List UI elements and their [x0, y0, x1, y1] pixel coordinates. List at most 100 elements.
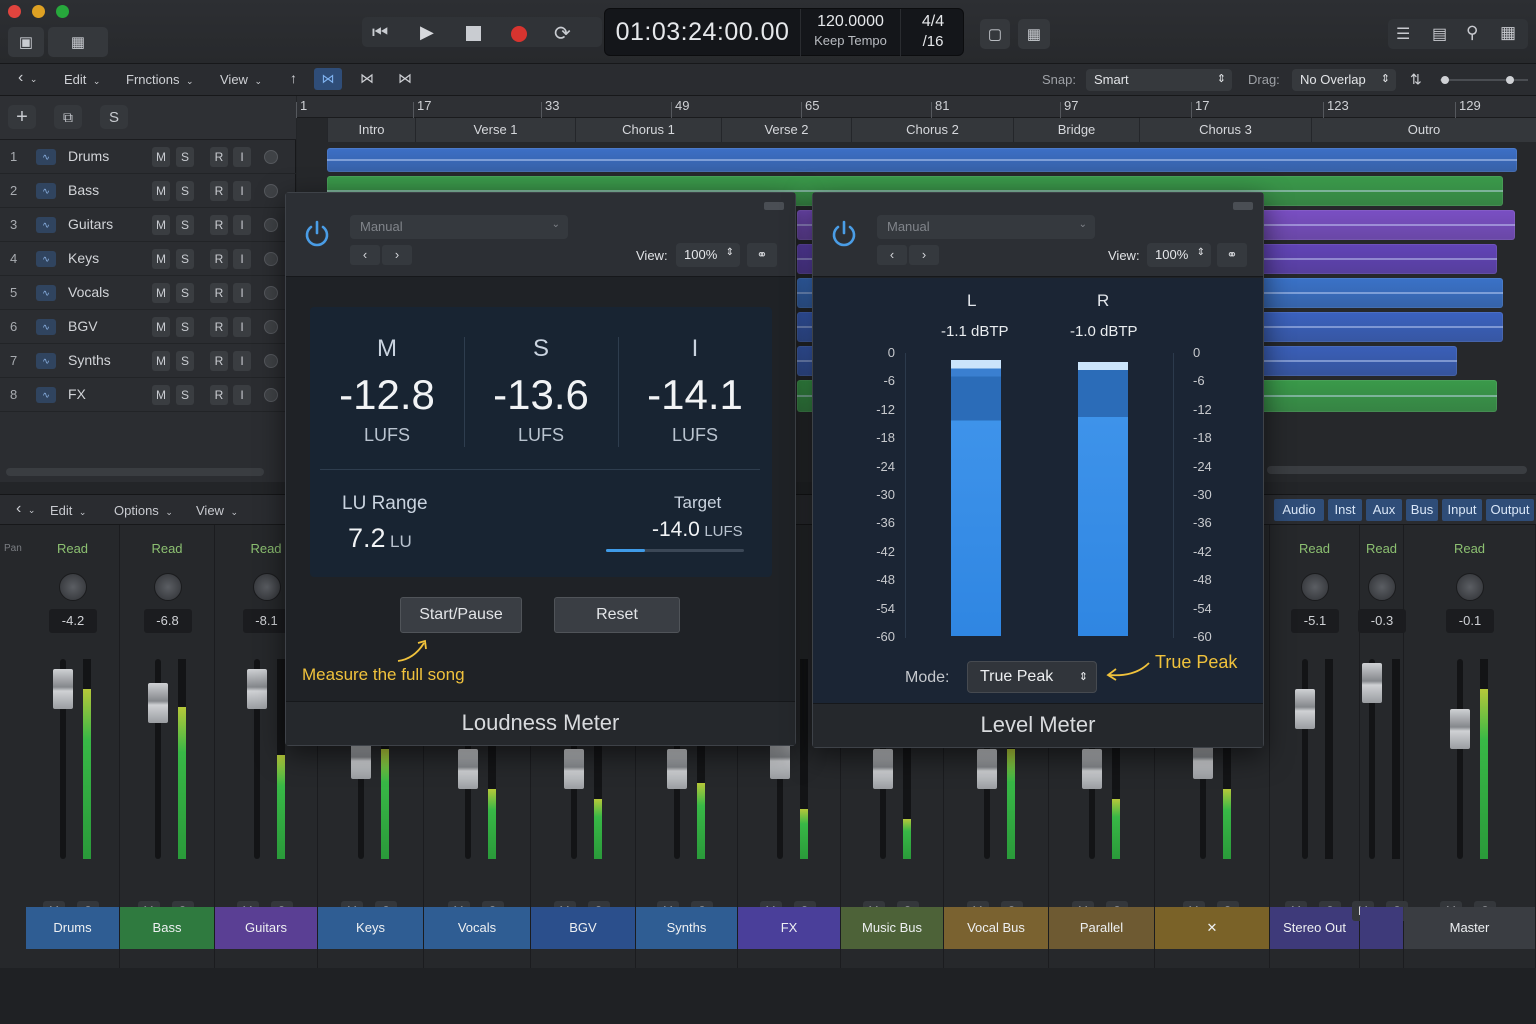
channel-name[interactable]: Guitars	[215, 907, 317, 949]
library-icon[interactable]: ▣	[8, 27, 44, 57]
arrange-scrollbar[interactable]	[1267, 466, 1527, 474]
audio-region[interactable]	[327, 148, 1517, 172]
automation-mode[interactable]: Read	[1360, 541, 1403, 556]
drag-select[interactable]: No Overlap ⇕	[1292, 69, 1396, 91]
preset-menu[interactable]: Manual ⌄	[877, 215, 1095, 239]
filter-bus-button[interactable]: Bus	[1406, 499, 1438, 521]
record-enable-button[interactable]: R	[210, 351, 228, 371]
input-monitor-button[interactable]: I	[233, 215, 251, 235]
automation-mode[interactable]: Read	[120, 541, 214, 556]
record-enable-button[interactable]: R	[210, 385, 228, 405]
solo-button[interactable]: S	[176, 317, 194, 337]
mute-button[interactable]: M	[152, 283, 170, 303]
track-name[interactable]: Synths	[68, 352, 111, 368]
track-row[interactable]: 2 ∿ Bass M S R I	[0, 174, 296, 208]
minimize-window-button[interactable]	[32, 5, 45, 18]
scissors-icon[interactable]: ⋈	[398, 70, 412, 87]
previous-preset-button[interactable]: ‹	[350, 245, 380, 265]
solo-button[interactable]: S	[176, 147, 194, 167]
channel-name[interactable]: Stereo Out	[1270, 907, 1359, 949]
mixer-options-menu[interactable]: Options	[114, 503, 173, 518]
track-record-icon[interactable]	[264, 150, 278, 164]
channel-name[interactable]: ✕	[1155, 907, 1269, 949]
input-monitor-button[interactable]: I	[233, 249, 251, 269]
track-record-icon[interactable]	[264, 218, 278, 232]
snap-select[interactable]: Smart ⇕	[1086, 69, 1232, 91]
pan-knob[interactable]	[153, 573, 182, 601]
channel-name[interactable]: Bass	[120, 907, 214, 949]
previous-preset-button[interactable]: ‹	[877, 245, 907, 265]
mute-button[interactable]: M	[152, 249, 170, 269]
play-icon[interactable]: ▶	[420, 22, 434, 43]
marker[interactable]: Chorus 3	[1139, 118, 1311, 142]
list-editor-icon[interactable]: ☰	[1396, 24, 1410, 44]
track-row[interactable]: 6 ∿ BGV M S R I	[0, 310, 296, 344]
channel-name[interactable]	[1360, 907, 1403, 949]
mute-button[interactable]: M	[152, 385, 170, 405]
inspector-icon[interactable]: ▦	[48, 27, 108, 57]
channel-name[interactable]: Master	[1404, 907, 1535, 949]
pan-knob[interactable]	[1456, 573, 1484, 601]
volume-fader[interactable]	[872, 749, 893, 789]
zoom-slider-knob[interactable]	[1506, 76, 1514, 84]
zoom-slider-knob[interactable]	[1441, 76, 1449, 84]
filter-inst-button[interactable]: Inst	[1328, 499, 1362, 521]
mute-button[interactable]: M	[152, 181, 170, 201]
track-row[interactable]: 4 ∿ Keys M S R I	[0, 242, 296, 276]
track-name[interactable]: Drums	[68, 148, 109, 164]
mute-button[interactable]: M	[152, 317, 170, 337]
volume-fader[interactable]	[53, 669, 73, 709]
gain-value[interactable]: -0.1	[1446, 609, 1494, 633]
input-monitor-button[interactable]: I	[233, 351, 251, 371]
record-enable-button[interactable]: R	[210, 147, 228, 167]
functions-menu[interactable]: Frnctions	[126, 72, 194, 87]
mute-button[interactable]: M	[152, 147, 170, 167]
pan-knob[interactable]	[1368, 573, 1396, 601]
catch-icon[interactable]: ↑	[290, 70, 297, 86]
power-icon[interactable]	[829, 219, 859, 249]
link-icon[interactable]: ⚭	[747, 243, 777, 267]
metronome-icon[interactable]: ▦	[1018, 19, 1050, 49]
channel-name[interactable]: Vocal Bus	[944, 907, 1048, 949]
close-window-button[interactable]	[8, 5, 21, 18]
gain-value[interactable]: -8.1	[242, 609, 291, 633]
input-monitor-button[interactable]: I	[233, 385, 251, 405]
track-row[interactable]: 5 ∿ Vocals M S R I	[0, 276, 296, 310]
lcd-display[interactable]: 01:03:24:00.00 120.0000 Keep Tempo 4/4 /…	[604, 8, 964, 57]
reset-button[interactable]: Reset	[554, 597, 680, 633]
count-in-icon[interactable]: ▢	[980, 19, 1010, 49]
track-record-icon[interactable]	[264, 320, 278, 334]
marker[interactable]: Chorus 2	[851, 118, 1013, 142]
rewind-icon[interactable]: ⏮	[372, 22, 388, 43]
view-zoom-select[interactable]: 100% ⇕	[676, 243, 740, 267]
track-row[interactable]: 3 ∿ Guitars M S R I	[0, 208, 296, 242]
collapse-icon[interactable]	[764, 202, 784, 210]
gain-value[interactable]: -4.2	[49, 609, 97, 633]
filter-audio-button[interactable]: Audio	[1274, 499, 1324, 521]
duplicate-track-button[interactable]: ⧉	[54, 105, 82, 129]
automation-mode[interactable]: Read	[26, 541, 119, 556]
track-record-icon[interactable]	[264, 388, 278, 402]
zoom-vertical-icon[interactable]: ⇅	[1410, 71, 1422, 88]
input-monitor-button[interactable]: I	[233, 317, 251, 337]
channel-name[interactable]: Music Bus	[841, 907, 943, 949]
marker[interactable]: Outro	[1311, 118, 1536, 142]
automation-mode[interactable]: Read	[1270, 541, 1359, 556]
record-enable-button[interactable]: R	[210, 181, 228, 201]
global-solo-button[interactable]: S	[100, 105, 128, 129]
volume-fader[interactable]	[563, 749, 584, 789]
filter-aux-button[interactable]: Aux	[1366, 499, 1402, 521]
horizontal-scrollbar[interactable]	[6, 468, 264, 476]
zoom-window-button[interactable]	[56, 5, 69, 18]
power-icon[interactable]	[302, 219, 332, 249]
gain-value[interactable]: -5.1	[1291, 609, 1339, 633]
channel-name[interactable]: Synths	[636, 907, 737, 949]
volume-fader[interactable]	[1450, 709, 1470, 749]
volume-fader[interactable]	[147, 683, 168, 723]
flex-icon[interactable]: ⋈	[360, 70, 374, 87]
start-pause-button[interactable]: Start/Pause	[400, 597, 522, 633]
volume-fader[interactable]	[1362, 663, 1382, 703]
track-record-icon[interactable]	[264, 354, 278, 368]
search-icon[interactable]: ⚲	[1466, 23, 1478, 43]
automation-mode[interactable]: Read	[1404, 541, 1535, 556]
